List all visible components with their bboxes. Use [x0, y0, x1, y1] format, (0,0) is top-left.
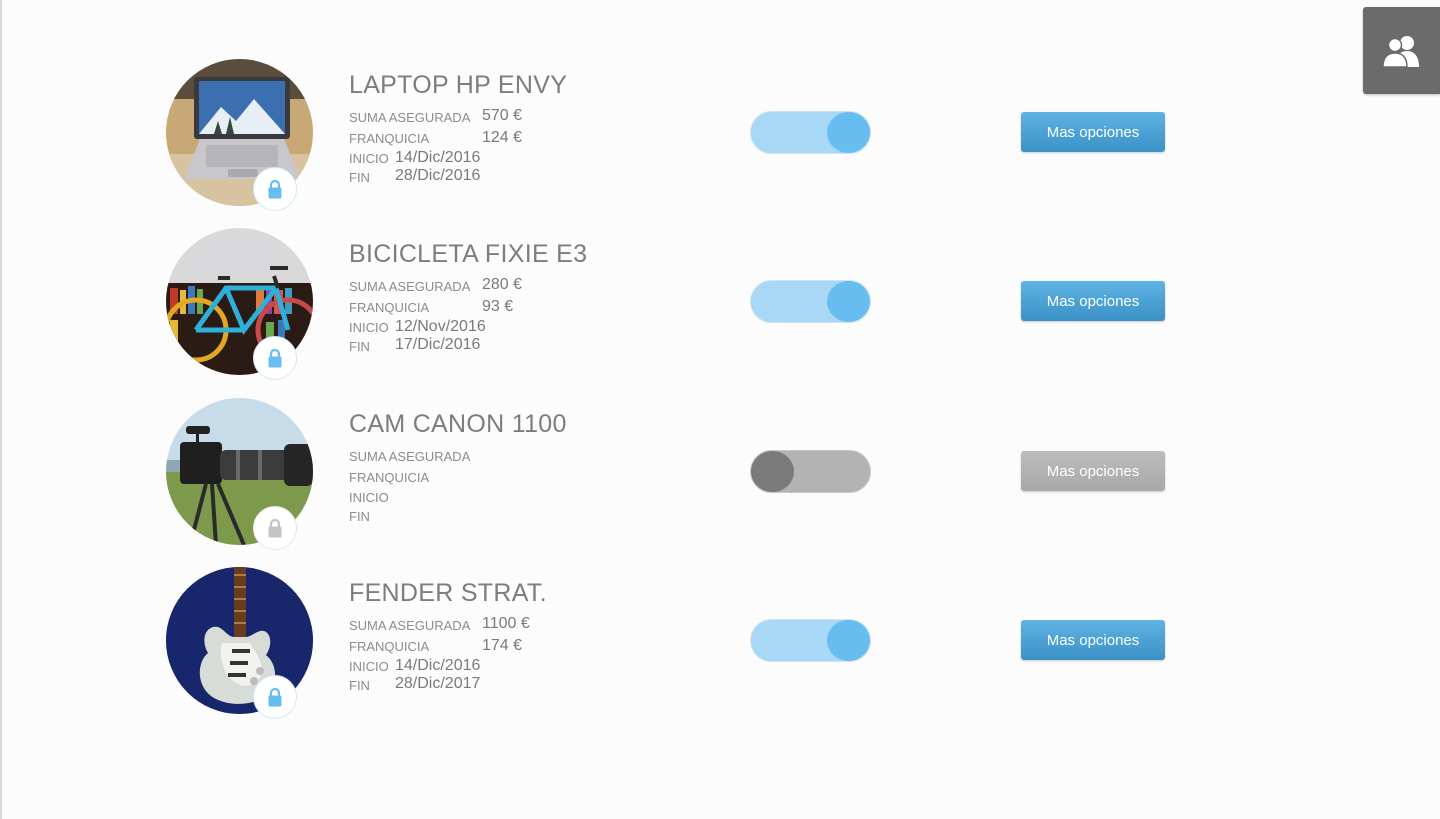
suma-asegurada-label: SUMA ASEGURADA [349, 449, 471, 464]
lock-badge [253, 167, 297, 211]
fin-label: FIN [349, 678, 370, 693]
inicio-value: 14/Dic/2016 [395, 657, 481, 674]
franquicia-label: FRANQUICIA [349, 300, 430, 315]
insured-item-row: FENDER STRAT. SUMA ASEGURADA 1100 € FRAN… [0, 567, 1440, 737]
lock-badge [253, 506, 297, 550]
inicio-label: INICIO [349, 320, 389, 335]
coverage-toggle[interactable] [750, 619, 871, 662]
coverage-toggle[interactable] [750, 111, 871, 154]
lock-icon [268, 687, 282, 707]
coverage-toggle[interactable] [750, 280, 871, 323]
franquicia-label: FRANQUICIA [349, 639, 430, 654]
lock-icon [268, 518, 282, 538]
inicio-value: 14/Dic/2016 [395, 149, 481, 166]
fin-label: FIN [349, 509, 370, 524]
fin-value: 28/Dic/2017 [395, 675, 481, 692]
toggle-knob [751, 451, 794, 492]
inicio-label: INICIO [349, 490, 389, 505]
franquicia-label: FRANQUICIA [349, 470, 430, 485]
lock-icon [268, 179, 282, 199]
insured-item-row: CAM CANON 1100 SUMA ASEGURADA FRANQUICIA… [0, 398, 1440, 568]
toggle-knob [827, 620, 870, 661]
insured-item-row: LAPTOP HP ENVY SUMA ASEGURADA 570 € FRAN… [0, 59, 1440, 229]
franquicia-label: FRANQUICIA [349, 131, 430, 146]
inicio-label: INICIO [349, 659, 389, 674]
franquicia-value: 124 € [482, 129, 523, 146]
lock-badge [253, 336, 297, 380]
suma-asegurada-value: 570 € [482, 107, 523, 124]
inicio-value: 12/Nov/2016 [395, 318, 486, 335]
suma-asegurada-value: 1100 € [482, 615, 530, 632]
more-options-button[interactable]: Mas opciones [1021, 281, 1165, 321]
fin-value: 17/Dic/2016 [395, 336, 481, 353]
lock-icon [268, 348, 282, 368]
more-options-button[interactable]: Mas opciones [1021, 620, 1165, 660]
suma-asegurada-label: SUMA ASEGURADA [349, 110, 471, 125]
suma-asegurada-label: SUMA ASEGURADA [349, 279, 471, 294]
inicio-label: INICIO [349, 151, 389, 166]
more-options-button[interactable]: Mas opciones [1021, 112, 1165, 152]
item-title: LAPTOP HP ENVY [349, 71, 568, 99]
fin-label: FIN [349, 170, 370, 185]
franquicia-value: 174 € [482, 637, 523, 654]
fin-value: 28/Dic/2016 [395, 167, 481, 184]
toggle-knob [827, 112, 870, 153]
suma-asegurada-label: SUMA ASEGURADA [349, 618, 471, 633]
item-title: CAM CANON 1100 [349, 410, 567, 438]
item-title: FENDER STRAT. [349, 579, 547, 607]
franquicia-value: 93 € [482, 298, 514, 315]
item-title: BICICLETA FIXIE E3 [349, 240, 588, 268]
toggle-knob [827, 281, 870, 322]
more-options-button[interactable]: Mas opciones [1021, 451, 1165, 491]
fin-label: FIN [349, 339, 370, 354]
insured-item-row: BICICLETA FIXIE E3 SUMA ASEGURADA 280 € … [0, 228, 1440, 398]
coverage-toggle[interactable] [750, 450, 871, 493]
lock-badge [253, 675, 297, 719]
suma-asegurada-value: 280 € [482, 276, 523, 293]
